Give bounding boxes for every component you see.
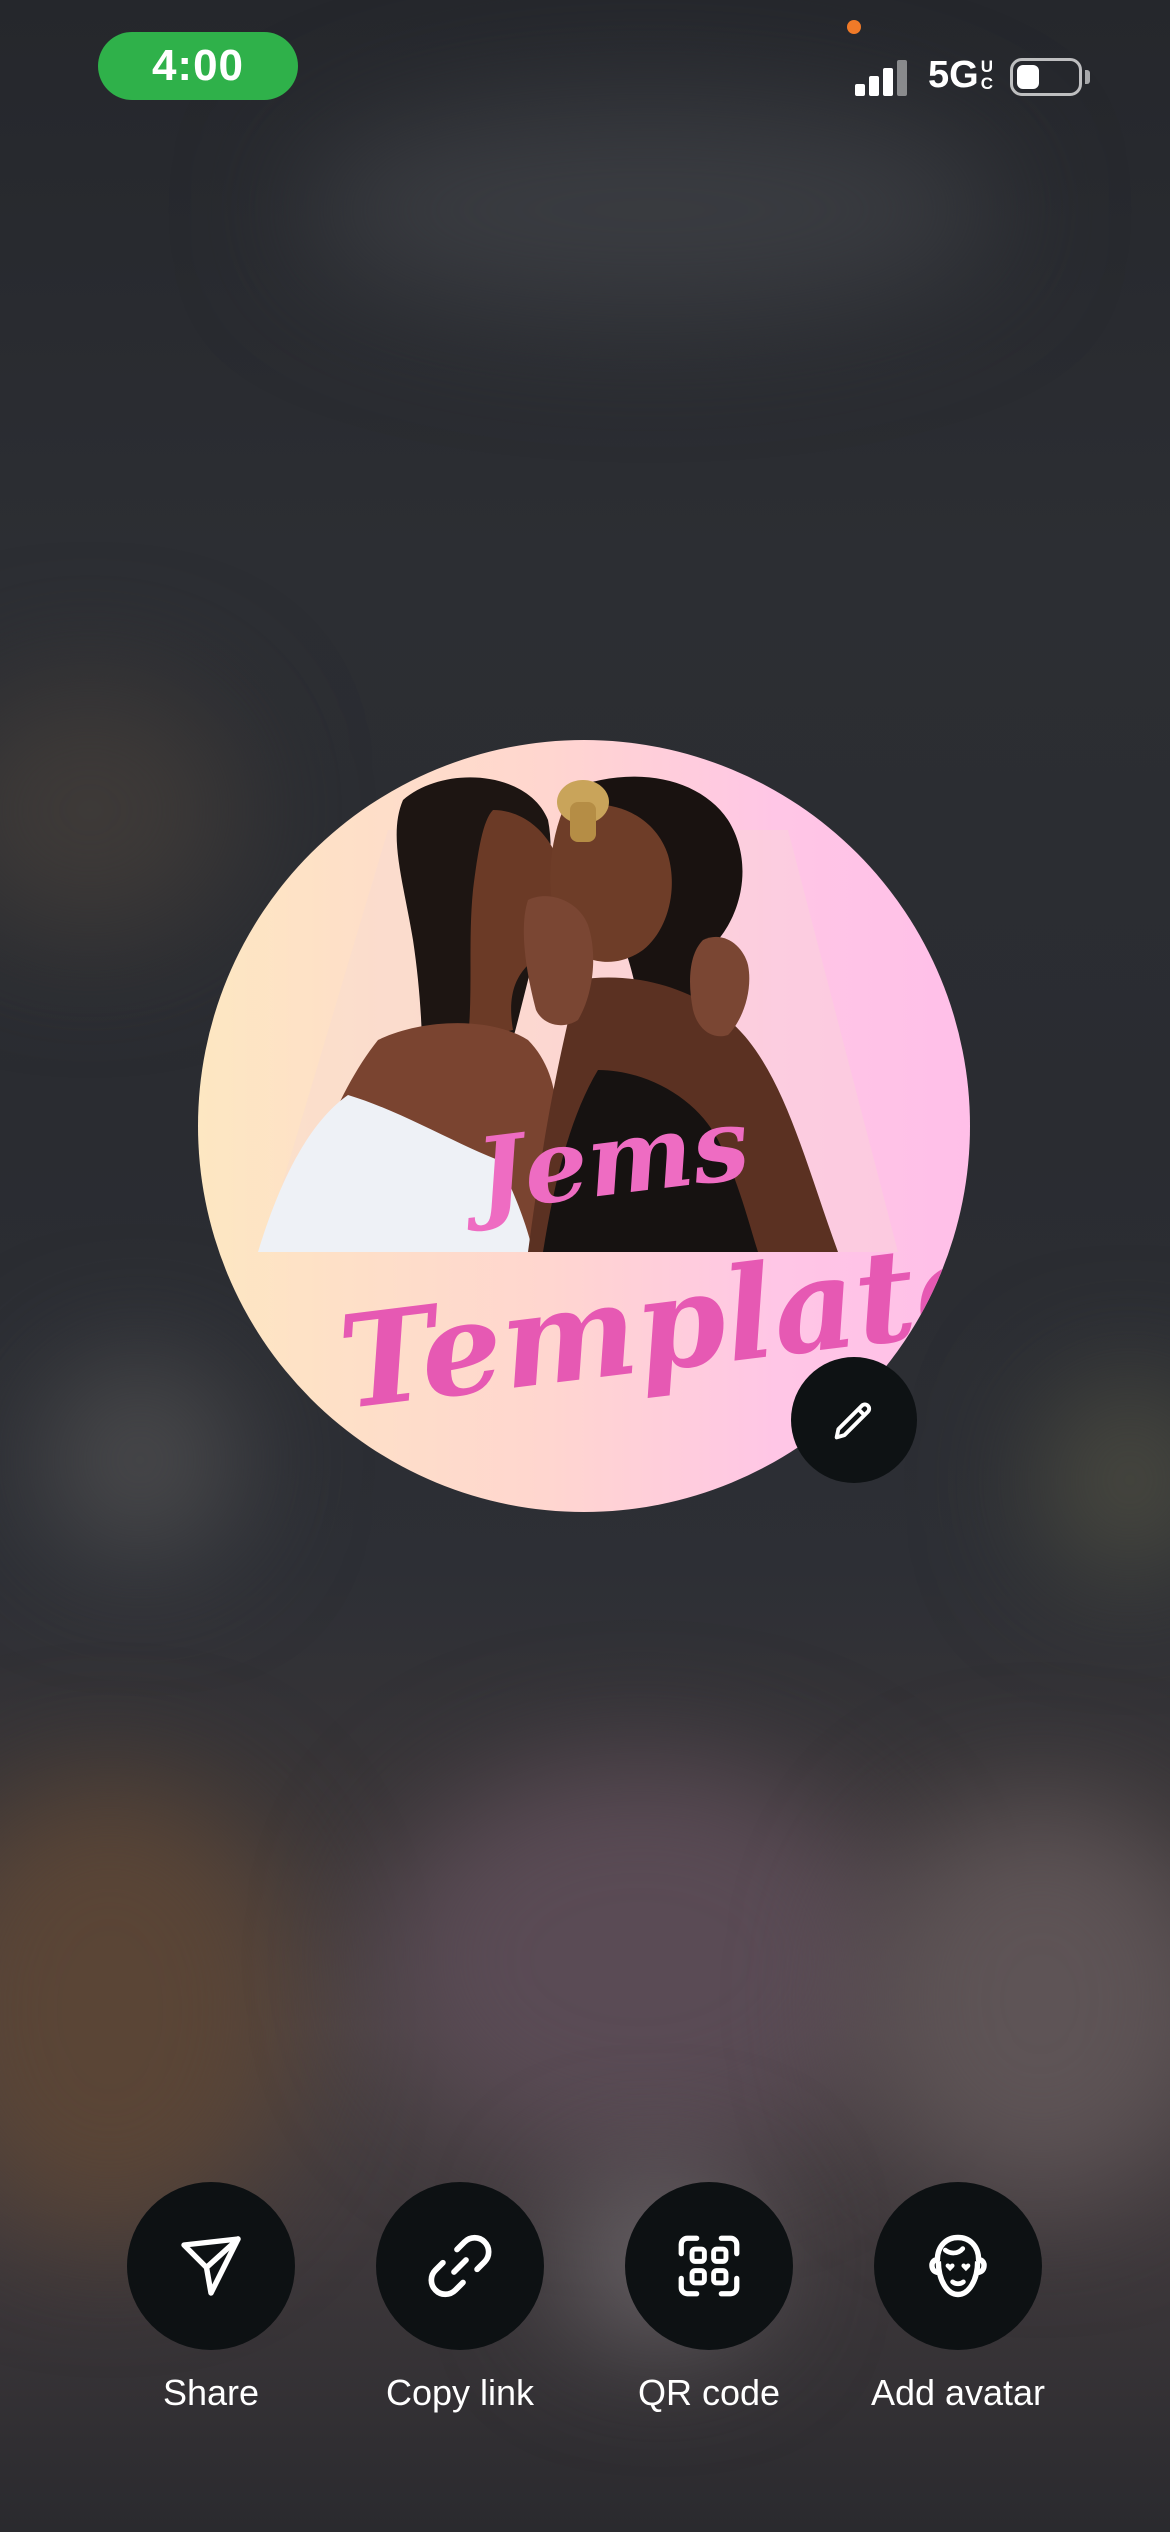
background-blur (0, 1780, 300, 2240)
network-superscript: U (980, 57, 993, 76)
qr-code-label: QR code (637, 2372, 781, 2413)
qr-code-button[interactable] (625, 2182, 793, 2350)
background-blur (0, 680, 240, 940)
add-avatar-label: Add avatar (870, 2372, 1046, 2413)
background-blur (40, 1360, 240, 1560)
background-blur (1040, 1380, 1170, 1580)
copy-link-action[interactable]: Copy link (335, 2182, 585, 2414)
pencil-icon (834, 1402, 872, 1440)
battery-level (1017, 65, 1039, 89)
add-avatar-button[interactable] (874, 2182, 1042, 2350)
network-type: 5G U C (928, 54, 993, 97)
battery-terminal (1085, 70, 1090, 84)
qr-code-icon (678, 2235, 740, 2297)
copy-link-label: Copy link (385, 2372, 535, 2413)
share-button[interactable] (127, 2182, 295, 2350)
share-action[interactable]: Share (86, 2182, 336, 2414)
network-type-label: 5G (928, 54, 979, 96)
network-subscript: C (980, 74, 993, 93)
avatar-face-icon (929, 2234, 987, 2298)
copy-link-button[interactable] (376, 2182, 544, 2350)
action-bar: Share Copy link QR code Add avatar (0, 2182, 1170, 2442)
share-label: Share (162, 2372, 260, 2413)
profile-picture-screen: 4:00 5G U C Jems Templates Share Copy li… (0, 0, 1170, 2532)
background-blur (300, 100, 1000, 320)
add-avatar-action[interactable]: Add avatar (833, 2182, 1083, 2414)
link-icon (428, 2234, 492, 2298)
background-blur (860, 1800, 1170, 2200)
background-blur (380, 1760, 900, 2160)
cellular-signal-icon (855, 58, 915, 96)
qr-code-action[interactable]: QR code (584, 2182, 834, 2414)
edit-profile-picture-button[interactable] (791, 1357, 917, 1483)
send-icon (181, 2236, 241, 2296)
privacy-indicator-dot (847, 20, 861, 34)
battery-icon (1010, 58, 1082, 96)
status-time[interactable]: 4:00 (98, 32, 298, 100)
